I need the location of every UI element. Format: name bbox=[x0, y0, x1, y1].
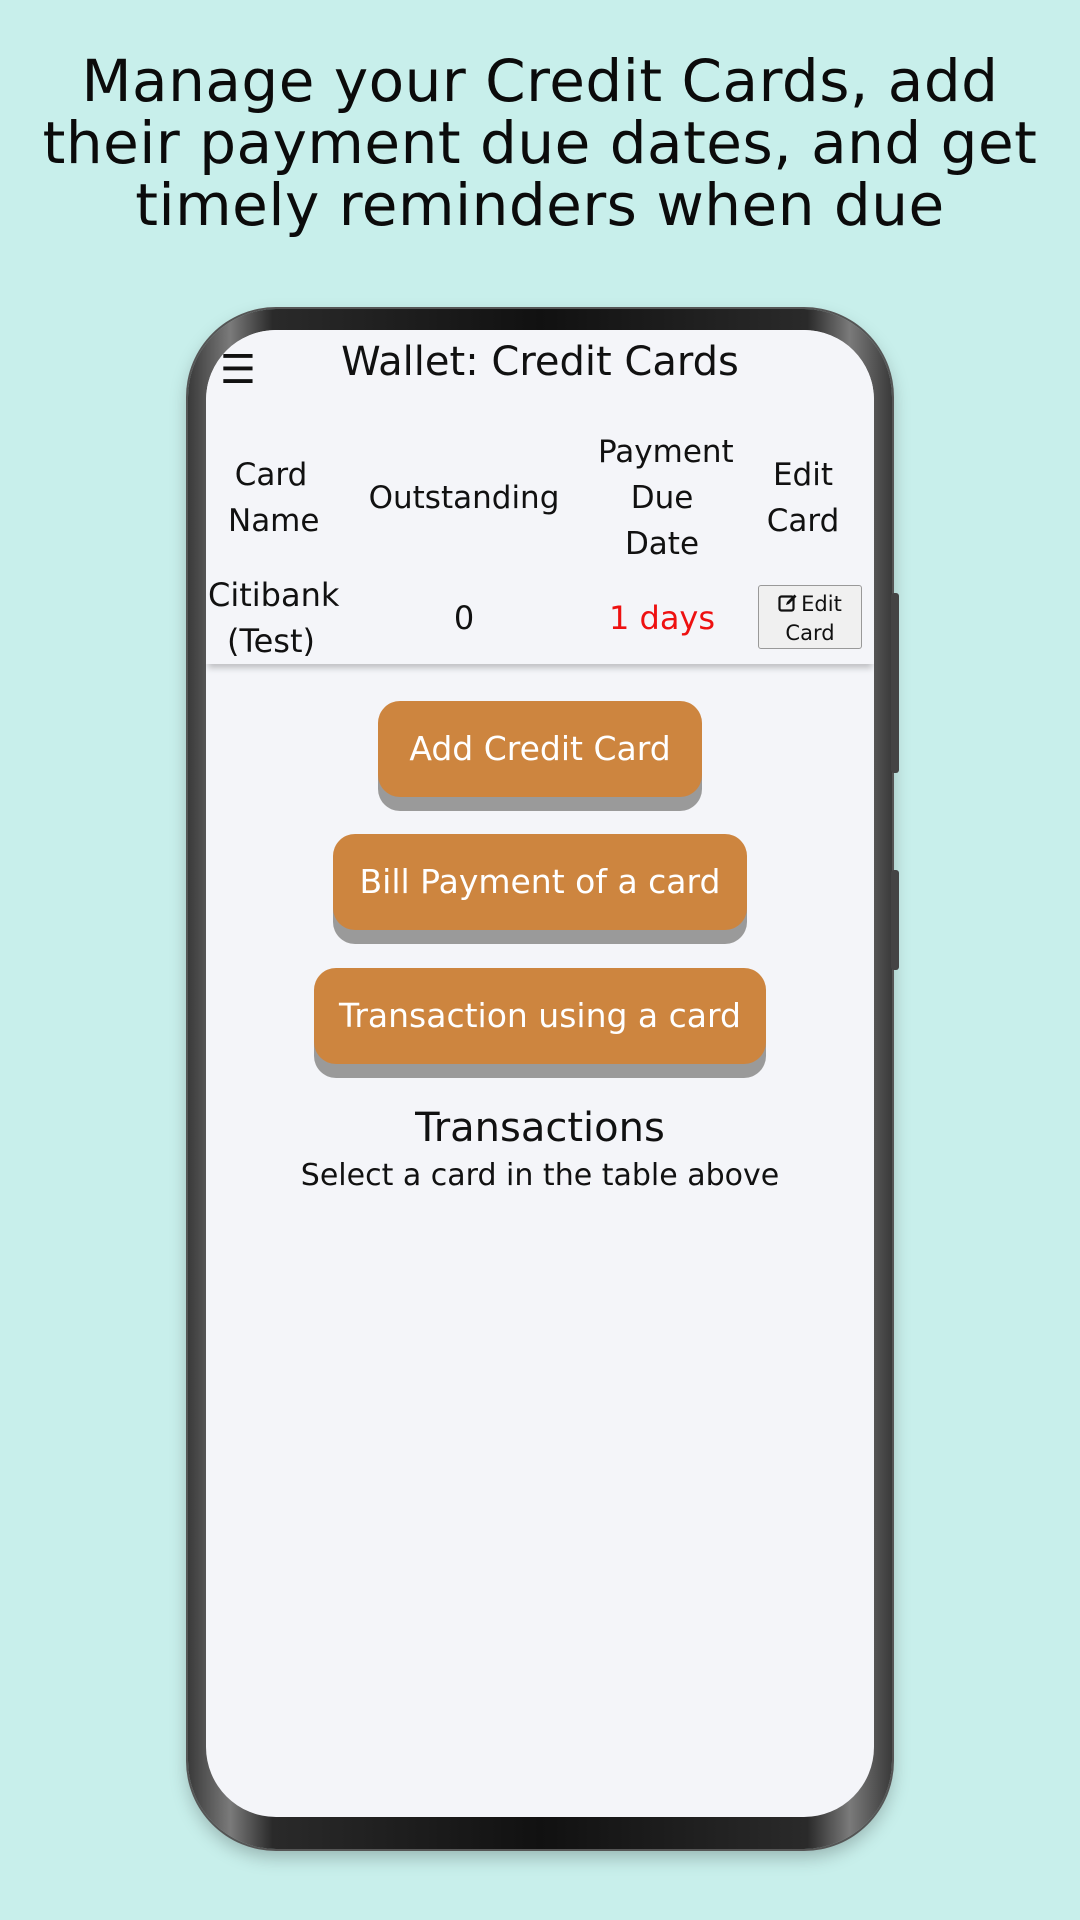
phone-power-button bbox=[891, 870, 899, 970]
cards-table-container: Card Name Outstanding Payment Due Date E… bbox=[206, 424, 874, 664]
column-header-outstanding: Outstanding bbox=[368, 480, 560, 516]
transaction-button[interactable]: Transaction using a card bbox=[314, 968, 766, 1064]
cards-table: Card Name Outstanding Payment Due Date E… bbox=[206, 424, 874, 664]
column-header-edit: Edit Card bbox=[766, 457, 840, 539]
app-bar: ☰ Wallet: Credit Cards bbox=[206, 330, 874, 420]
edit-icon bbox=[778, 594, 797, 612]
cell-outstanding[interactable]: 0 bbox=[336, 572, 592, 664]
promo-headline: Manage your Credit Cards, add their paym… bbox=[0, 50, 1080, 236]
transactions-title: Transactions bbox=[415, 1105, 665, 1151]
add-credit-card-button[interactable]: Add Credit Card bbox=[378, 701, 702, 797]
phone-screen: ☰ Wallet: Credit Cards Card Name Outstan… bbox=[206, 330, 874, 1817]
table-header-row: Card Name Outstanding Payment Due Date E… bbox=[206, 424, 874, 572]
promo-headline-line-1: Manage your Credit Cards, add bbox=[81, 47, 999, 115]
app-title: Wallet: Credit Cards bbox=[341, 339, 739, 385]
phone-volume-button bbox=[891, 593, 899, 773]
promo-headline-line-2: their payment due dates, and get bbox=[42, 109, 1038, 177]
cell-edit: Edit Card bbox=[732, 572, 874, 664]
edit-card-button[interactable]: Edit Card bbox=[758, 584, 862, 649]
table-row[interactable]: Citibank (Test) 0 1 days Edit Card bbox=[206, 572, 874, 664]
promo-headline-line-3: timely reminders when due bbox=[135, 171, 945, 239]
cell-card-name[interactable]: Citibank (Test) bbox=[206, 572, 339, 664]
bill-payment-button[interactable]: Bill Payment of a card bbox=[333, 834, 747, 930]
column-header-card-name: Card Name bbox=[228, 457, 320, 539]
transactions-hint: Select a card in the table above bbox=[300, 1158, 780, 1193]
cell-due-date[interactable]: 1 days bbox=[592, 572, 732, 664]
column-header-due-date: Payment Due Date bbox=[598, 434, 734, 562]
